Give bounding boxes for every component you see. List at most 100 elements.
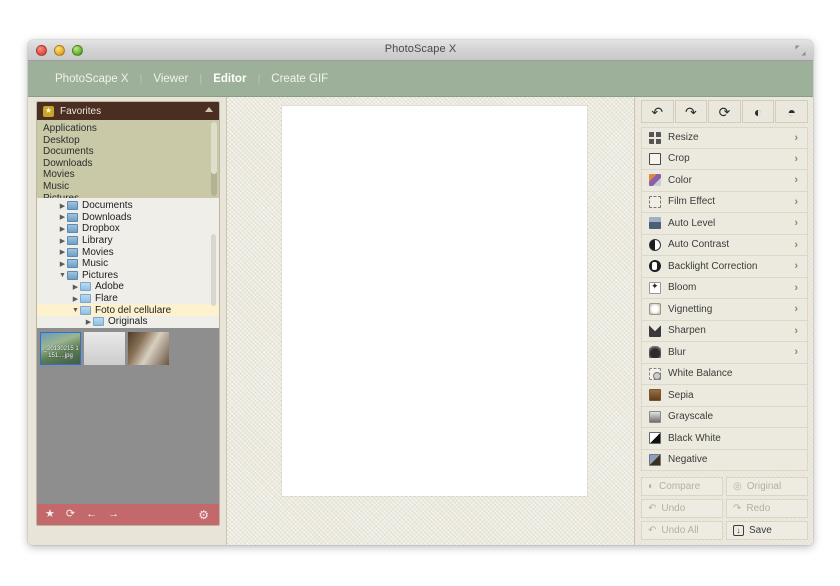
compare-button[interactable]: ◐ Compare [641, 477, 723, 496]
chevron-right-icon[interactable]: › [794, 174, 798, 186]
chevron-up-icon[interactable] [205, 107, 213, 112]
thumbnail-item[interactable] [128, 332, 169, 365]
tool-crop[interactable]: Crop › [641, 148, 808, 170]
tool-black-white[interactable]: Black White [641, 428, 808, 450]
refresh-icon[interactable]: ⟳ [66, 509, 75, 520]
crop-icon [649, 152, 661, 165]
chevron-right-icon[interactable]: › [794, 260, 798, 272]
favorite-item[interactable]: Movies [41, 169, 219, 181]
photo-canvas[interactable] [282, 106, 587, 496]
chevron-right-icon[interactable]: ▶ [58, 213, 67, 221]
tool-label: Negative [668, 454, 708, 466]
chevron-down-icon[interactable]: ▼ [58, 272, 67, 279]
compare-icon: ◐ [648, 480, 655, 492]
tree-item-music[interactable]: ▶ Music [37, 258, 219, 270]
tree-scrollbar[interactable] [211, 234, 216, 306]
flip-vertical-button[interactable]: ◓ [775, 100, 808, 123]
tree-item-library[interactable]: ▶ Library [37, 235, 219, 247]
favorite-item[interactable]: Applications [41, 123, 219, 135]
auto-level-icon [649, 217, 661, 230]
tool-auto-contrast[interactable]: Auto Contrast › [641, 234, 808, 256]
flip-horizontal-button[interactable]: ◐ [741, 100, 775, 123]
favorite-item[interactable]: Documents [41, 146, 219, 158]
chevron-right-icon[interactable]: › [794, 132, 798, 144]
arrow-left-icon[interactable]: ← [86, 509, 97, 520]
star-icon[interactable]: ★ [45, 509, 55, 520]
tool-negative[interactable]: Negative [641, 449, 808, 471]
tool-white-balance[interactable]: White Balance [641, 363, 808, 385]
tree-item-downloads[interactable]: ▶ Downloads [37, 212, 219, 224]
chevron-right-icon[interactable]: › [794, 346, 798, 358]
chevron-right-icon[interactable]: › [794, 153, 798, 165]
tool-bloom[interactable]: Bloom › [641, 277, 808, 299]
gear-icon[interactable]: ⚙ [198, 509, 209, 521]
tool-grayscale[interactable]: Grayscale [641, 406, 808, 428]
tool-resize[interactable]: Resize › [641, 127, 808, 149]
chevron-right-icon[interactable]: › [794, 196, 798, 208]
tab-editor[interactable]: Editor [202, 73, 257, 85]
save-button[interactable]: ↓ Save [726, 521, 808, 540]
rotate-toolbar: ↶ ↷ ⟳ ◐ ◓ [641, 100, 808, 123]
tree-item-foto-del-cellulare[interactable]: ▼ Foto del cellulare [37, 304, 219, 316]
tree-item-dropbox[interactable]: ▶ Dropbox [37, 223, 219, 235]
chevron-down-icon[interactable]: ▼ [71, 307, 80, 314]
favorites-header[interactable]: ★ Favorites [37, 102, 219, 120]
undo-all-button[interactable]: ↶ Undo All [641, 521, 723, 540]
folder-icon [93, 317, 104, 327]
thumbnail-item[interactable] [84, 332, 125, 365]
chevron-right-icon[interactable]: ▶ [58, 260, 67, 268]
chevron-right-icon[interactable]: ▶ [58, 202, 67, 210]
tab-photoscape-x[interactable]: PhotoScape X [44, 73, 140, 85]
chevron-right-icon[interactable]: › [794, 239, 798, 251]
tree-item-movies[interactable]: ▶ Movies [37, 246, 219, 258]
fullscreen-icon[interactable] [795, 45, 806, 56]
tree-item-label: Documents [82, 200, 133, 212]
redo-label: Redo [746, 503, 771, 514]
original-button[interactable]: ◎ Original [726, 477, 808, 496]
rotate-cw-icon: ⟳ [718, 103, 731, 120]
tree-item-originals[interactable]: ▶ Originals [37, 316, 219, 328]
chevron-right-icon[interactable]: ▶ [84, 318, 93, 326]
rotate-left-button[interactable]: ↶ [641, 100, 674, 123]
arrow-right-icon[interactable]: → [108, 509, 119, 520]
chevron-right-icon[interactable]: › [794, 303, 798, 315]
chevron-right-icon[interactable]: ▶ [58, 237, 67, 245]
grayscale-icon [649, 410, 661, 423]
editor-body: ★ Favorites Applications Desktop Documen… [28, 97, 813, 545]
undo-button[interactable]: ↶ Undo [641, 499, 723, 518]
favorite-item[interactable]: Music [41, 181, 219, 193]
compare-label: Compare [659, 481, 701, 492]
favorite-item[interactable]: Downloads [41, 158, 219, 170]
chevron-right-icon[interactable]: ▶ [71, 295, 80, 303]
canvas-area[interactable] [226, 97, 635, 545]
chevron-right-icon[interactable]: ▶ [71, 283, 80, 291]
tree-item-pictures[interactable]: ▼ Pictures [37, 270, 219, 282]
tool-color[interactable]: Color › [641, 170, 808, 192]
tool-blur[interactable]: Blur › [641, 342, 808, 364]
redo-button[interactable]: ↷ Redo [726, 499, 808, 518]
tree-item-adobe[interactable]: ▶ Adobe [37, 281, 219, 293]
rotate-cw-button[interactable]: ⟳ [708, 100, 741, 123]
tree-item-flare[interactable]: ▶ Flare [37, 293, 219, 305]
chevron-right-icon[interactable]: ▶ [58, 225, 67, 233]
tool-auto-level[interactable]: Auto Level › [641, 213, 808, 235]
tool-film-effect[interactable]: Film Effect › [641, 191, 808, 213]
tool-vignetting[interactable]: Vignetting › [641, 299, 808, 321]
tree-item-documents[interactable]: ▶ Documents [37, 200, 219, 212]
tool-backlight-correction[interactable]: Backlight Correction › [641, 256, 808, 278]
tool-label: Bloom [668, 282, 697, 294]
rotate-right-button[interactable]: ↷ [674, 100, 708, 123]
tool-label: Backlight Correction [668, 260, 758, 272]
tab-create-gif[interactable]: Create GIF [260, 73, 339, 85]
favorite-item[interactable]: Desktop [41, 135, 219, 147]
chevron-right-icon[interactable]: › [794, 217, 798, 229]
tool-label: Sharpen [668, 325, 706, 337]
chevron-right-icon[interactable]: › [794, 325, 798, 337]
tool-sharpen[interactable]: Sharpen › [641, 320, 808, 342]
tool-sepia[interactable]: Sepia [641, 385, 808, 407]
chevron-right-icon[interactable]: ▶ [58, 248, 67, 256]
star-folder-icon: ★ [43, 105, 54, 117]
chevron-right-icon[interactable]: › [794, 282, 798, 294]
tab-viewer[interactable]: Viewer [142, 73, 199, 85]
favorites-scrollbar[interactable] [211, 122, 217, 196]
